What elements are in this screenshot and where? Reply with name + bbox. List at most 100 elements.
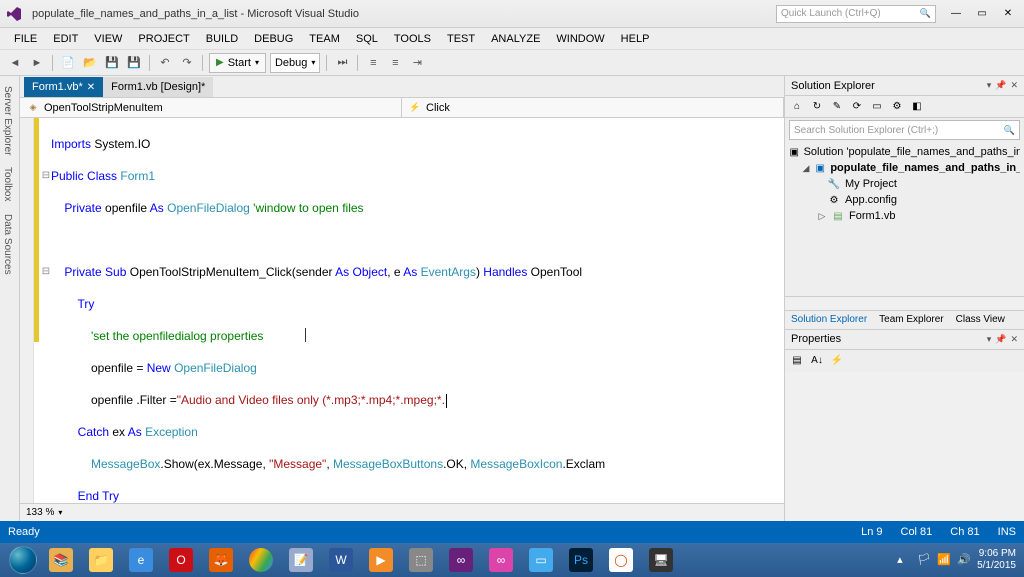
tray-action-center-icon[interactable]: 🏳 [917, 553, 931, 567]
toolbox-tab[interactable]: Toolbox [0, 161, 19, 207]
taskbar-ie[interactable]: e [122, 545, 160, 575]
tab-team-explorer[interactable]: Team Explorer [873, 311, 949, 329]
menu-edit[interactable]: EDIT [45, 33, 86, 45]
tree-item-appconfig[interactable]: ⚙ App.config [789, 192, 1020, 208]
status-ins: INS [998, 526, 1016, 538]
status-line: Ln 9 [861, 526, 882, 538]
undo-button[interactable]: ↶ [156, 54, 174, 72]
refresh-button[interactable]: ↻ [809, 99, 825, 115]
close-icon[interactable]: ✕ [1010, 334, 1018, 345]
nav-fwd-button[interactable]: ► [28, 54, 46, 72]
tree-item-form1[interactable]: ▷ ▤ Form1.vb [789, 208, 1020, 224]
server-explorer-tab[interactable]: Server Explorer [0, 80, 19, 161]
start-button[interactable] [4, 545, 42, 575]
taskbar-app1[interactable]: ⬚ [402, 545, 440, 575]
solution-search-input[interactable]: Search Solution Explorer (Ctrl+;) 🔍 [789, 120, 1020, 140]
events-button[interactable]: ⚡ [829, 353, 845, 369]
taskbar-app3[interactable]: ▭ [522, 545, 560, 575]
search-icon: 🔍 [920, 8, 931, 19]
properties-button[interactable]: ⚙ [889, 99, 905, 115]
close-icon[interactable]: ✕ [87, 82, 95, 93]
categorized-button[interactable]: ▤ [789, 353, 805, 369]
save-all-button[interactable]: 💾 [125, 54, 143, 72]
menu-sql[interactable]: SQL [348, 33, 386, 45]
taskbar-libraries[interactable]: 📚 [42, 545, 80, 575]
member-dropdown-left[interactable]: ◈ OpenToolStripMenuItem [20, 98, 402, 117]
solution-node[interactable]: ▣ Solution 'populate_file_names_and_path… [789, 144, 1020, 160]
tab-class-view[interactable]: Class View [950, 311, 1011, 329]
save-button[interactable]: 💾 [103, 54, 121, 72]
menu-debug[interactable]: DEBUG [246, 33, 301, 45]
taskbar-opera[interactable]: O [162, 545, 200, 575]
taskbar-app5[interactable]: 🖥 [642, 545, 680, 575]
tab-form1-design[interactable]: Form1.vb [Design]* [103, 77, 213, 97]
taskbar-app2[interactable]: ∞ [482, 545, 520, 575]
tray-volume-icon[interactable]: 🔊 [957, 553, 971, 567]
properties-grid[interactable] [785, 372, 1024, 522]
uncomment-button[interactable]: ≡ [386, 54, 404, 72]
collapse-icon[interactable]: ◢ [802, 163, 811, 174]
panel-dropdown-icon[interactable]: ▾ [987, 334, 992, 345]
close-button[interactable]: ✕ [996, 5, 1020, 23]
minimize-button[interactable]: — [944, 5, 968, 23]
menu-tools[interactable]: TOOLS [386, 33, 439, 45]
start-debug-button[interactable]: ▶ Start ▾ [209, 53, 266, 73]
pending-changes-button[interactable]: ✎ [829, 99, 845, 115]
expand-icon[interactable]: ▷ [817, 211, 827, 222]
show-all-button[interactable]: ▭ [869, 99, 885, 115]
member-dropdown-right[interactable]: ⚡ Click [402, 98, 784, 117]
taskbar-vs[interactable]: ∞ [442, 545, 480, 575]
pin-icon[interactable]: 📌 [995, 334, 1006, 345]
taskbar-app4[interactable]: ◯ [602, 545, 640, 575]
menu-project[interactable]: PROJECT [130, 33, 197, 45]
taskbar-word[interactable]: W [322, 545, 360, 575]
toolbar: ◄ ► 📄 📂 💾 💾 ↶ ↷ ▶ Start ▾ Debug ▾ ⏭ ≡ ≡ … [0, 50, 1024, 76]
taskbar-explorer[interactable]: 📁 [82, 545, 120, 575]
nav-back-button[interactable]: ◄ [6, 54, 24, 72]
indent-button[interactable]: ⇥ [408, 54, 426, 72]
tray-show-hidden-icon[interactable]: ▴ [897, 553, 911, 567]
menu-file[interactable]: FILE [6, 33, 45, 45]
home-button[interactable]: ⌂ [789, 99, 805, 115]
tray-network-icon[interactable]: 📶 [937, 553, 951, 567]
menu-analyze[interactable]: ANALYZE [483, 33, 548, 45]
chevron-down-icon[interactable]: ▾ [58, 508, 62, 517]
tree-item-myproject[interactable]: 🔧 My Project [789, 176, 1020, 192]
close-icon[interactable]: ✕ [1010, 80, 1018, 91]
open-button[interactable]: 📂 [81, 54, 99, 72]
method-icon: ◈ [26, 101, 40, 115]
menu-test[interactable]: TEST [439, 33, 483, 45]
step-button[interactable]: ⏭ [333, 54, 351, 72]
data-sources-tab[interactable]: Data Sources [0, 208, 19, 281]
zoom-level[interactable]: 133 % [26, 507, 54, 518]
preview-button[interactable]: ◧ [909, 99, 925, 115]
pin-icon[interactable]: 📌 [995, 80, 1006, 91]
comment-button[interactable]: ≡ [364, 54, 382, 72]
menu-help[interactable]: HELP [613, 33, 658, 45]
alphabetical-button[interactable]: A↓ [809, 353, 825, 369]
tab-form1-vb[interactable]: Form1.vb* ✕ [24, 77, 103, 97]
wrench-icon: 🔧 [827, 177, 841, 191]
panel-dropdown-icon[interactable]: ▾ [987, 80, 992, 91]
taskbar-chrome[interactable] [242, 545, 280, 575]
taskbar-clock[interactable]: 9:06 PM 5/1/2015 [977, 548, 1016, 572]
menu-build[interactable]: BUILD [198, 33, 246, 45]
tab-solution-explorer[interactable]: Solution Explorer [785, 311, 873, 329]
taskbar-firefox[interactable]: 🦊 [202, 545, 240, 575]
project-node[interactable]: ◢ ▣ populate_file_names_and_paths_in_a_l… [789, 160, 1020, 176]
restore-button[interactable]: ▭ [970, 5, 994, 23]
sync-button[interactable]: ⟳ [849, 99, 865, 115]
menu-view[interactable]: VIEW [86, 33, 130, 45]
new-project-button[interactable]: 📄 [59, 54, 77, 72]
solution-icon: ▣ [789, 145, 800, 159]
taskbar-photoshop[interactable]: Ps [562, 545, 600, 575]
taskbar-wmp[interactable]: ▶ [362, 545, 400, 575]
menu-window[interactable]: WINDOW [548, 33, 612, 45]
redo-button[interactable]: ↷ [178, 54, 196, 72]
status-ready: Ready [8, 526, 861, 538]
code-editor[interactable]: Imports System.IO ⊟Public Class Form1 Pr… [20, 118, 784, 503]
menu-team[interactable]: TEAM [301, 33, 348, 45]
config-dropdown[interactable]: Debug ▾ [270, 53, 320, 73]
taskbar-notepad[interactable]: 📝 [282, 545, 320, 575]
quick-launch-input[interactable]: Quick Launch (Ctrl+Q) 🔍 [776, 5, 936, 23]
